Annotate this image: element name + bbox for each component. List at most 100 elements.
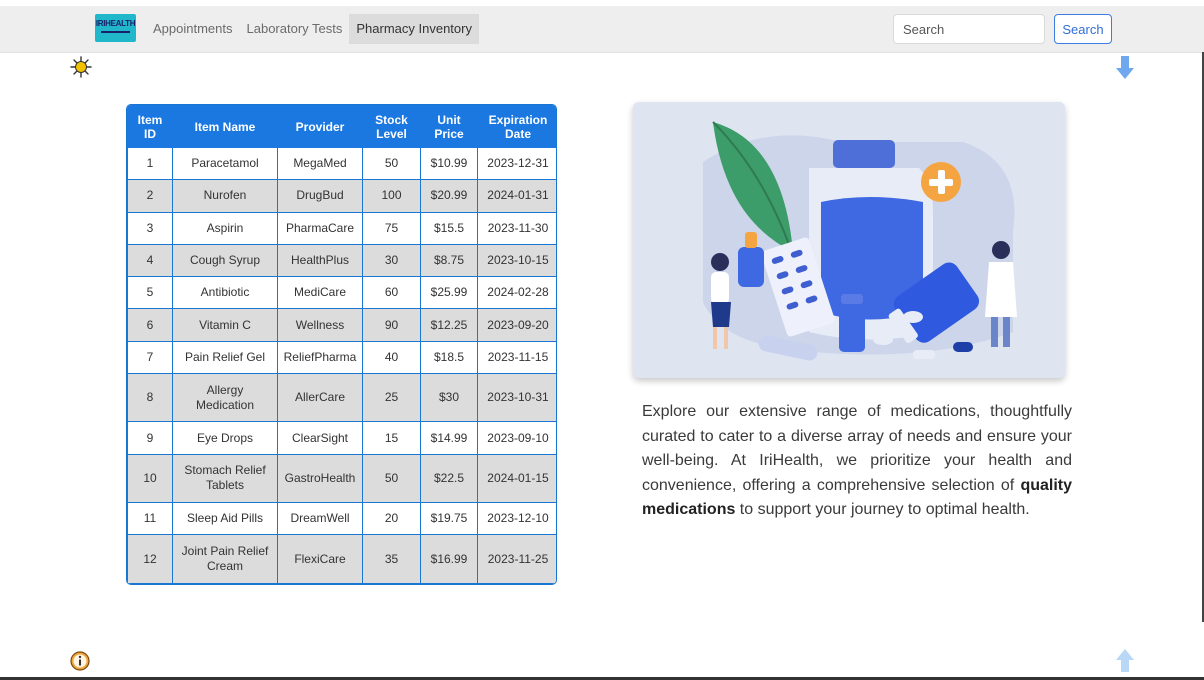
cell-item-id: 11 (127, 502, 173, 536)
cell-provider: MegaMed (277, 146, 363, 181)
cell-unit-price: $30 (420, 372, 478, 423)
cell-item-name: Cough Syrup (172, 243, 278, 278)
search-button[interactable]: Search (1054, 14, 1112, 44)
cell-stock-level: 60 (362, 276, 421, 310)
cell-provider: Wellness (277, 308, 363, 342)
table-row: 6 Vitamin C Wellness 90 $12.25 2023-09-20 (127, 308, 556, 342)
arrow-down-icon[interactable] (1116, 56, 1134, 80)
cell-item-name: Eye Drops (172, 421, 278, 455)
cell-item-name: Allergy Medication (172, 372, 278, 423)
header-stock-level: Stock Level (362, 105, 421, 148)
table-row: 8 Allergy Medication AllerCare 25 $30 2023-10… (127, 372, 556, 423)
logo-underline (101, 31, 130, 33)
cell-provider: ReliefPharma (277, 340, 363, 374)
bug-icon[interactable] (70, 56, 92, 78)
cell-provider: GastroHealth (277, 453, 363, 504)
cell-item-id: 2 (127, 179, 173, 213)
header-provider: Provider (277, 105, 363, 148)
cell-item-name: Joint Pain Relief Cream (172, 534, 278, 584)
table-row: 11 Sleep Aid Pills DreamWell 20 $19.75 2023-1… (127, 502, 556, 536)
cell-provider: FlexiCare (277, 534, 363, 584)
cell-stock-level: 100 (362, 179, 421, 213)
table-row: 4 Cough Syrup HealthPlus 30 $8.75 2023-10-15 (127, 243, 556, 278)
main-nav: Appointments Laboratory Tests Pharmacy I… (146, 14, 479, 44)
table-row: 1 Paracetamol MegaMed 50 $10.99 2023-12-31 (127, 146, 556, 181)
navbar: IRIHEALTH Appointments Laboratory Tests … (0, 6, 1204, 53)
cell-expiration-date: 2024-01-31 (477, 179, 556, 213)
cell-item-name: Pain Relief Gel (172, 340, 278, 374)
table-row: 2 Nurofen DrugBud 100 $20.99 2024-01-31 (127, 179, 556, 213)
cell-provider: HealthPlus (277, 243, 363, 278)
cell-item-id: 1 (127, 146, 173, 181)
cell-expiration-date: 2023-12-31 (477, 146, 556, 181)
table-row: 12 Joint Pain Relief Cream FlexiCare 35 $16.… (127, 534, 556, 584)
cell-unit-price: $18.5 (420, 340, 478, 374)
nav-item-pharmacy-inventory[interactable]: Pharmacy Inventory (349, 14, 479, 44)
cell-expiration-date: 2023-10-31 (477, 372, 556, 423)
header-expiration-date: Expiration Date (477, 105, 556, 148)
cell-expiration-date: 2024-01-15 (477, 453, 556, 504)
cell-item-name: Paracetamol (172, 146, 278, 181)
search-input[interactable] (893, 14, 1045, 44)
nav-item-laboratory-tests[interactable]: Laboratory Tests (240, 14, 350, 44)
cell-unit-price: $15.5 (420, 211, 478, 245)
cell-provider: DreamWell (277, 502, 363, 536)
cell-stock-level: 90 (362, 308, 421, 342)
cell-unit-price: $12.25 (420, 308, 478, 342)
brand-logo-text: IRIHEALTH (95, 19, 136, 28)
cell-expiration-date: 2023-10-15 (477, 243, 556, 278)
cell-stock-level: 30 (362, 243, 421, 278)
cell-expiration-date: 2024-02-28 (477, 276, 556, 310)
cell-expiration-date: 2023-11-15 (477, 340, 556, 374)
description-text-1: Explore our extensive range of medicatio… (642, 403, 1072, 494)
pharmacy-illustration (633, 102, 1065, 378)
cell-item-id: 9 (127, 421, 173, 455)
brand-logo[interactable]: IRIHEALTH (95, 14, 136, 42)
header-item-name: Item Name (172, 105, 278, 148)
pharmacy-description: Explore our extensive range of medicatio… (642, 400, 1072, 523)
cell-provider: PharmaCare (277, 211, 363, 245)
cell-item-name: Aspirin (172, 211, 278, 245)
arrow-up-icon[interactable] (1116, 648, 1134, 672)
cell-stock-level: 75 (362, 211, 421, 245)
cell-item-name: Vitamin C (172, 308, 278, 342)
cell-item-id: 7 (127, 340, 173, 374)
cell-provider: MediCare (277, 276, 363, 310)
cell-unit-price: $25.99 (420, 276, 478, 310)
table-row: 5 Antibiotic MediCare 60 $25.99 2024-02-28 (127, 276, 556, 310)
cell-provider: ClearSight (277, 421, 363, 455)
table-row: 3 Aspirin PharmaCare 75 $15.5 2023-11-30 (127, 211, 556, 245)
inventory-table: Item ID Item Name Provider Stock Level U… (126, 104, 557, 585)
cell-unit-price: $22.5 (420, 453, 478, 504)
cell-item-id: 5 (127, 276, 173, 310)
cell-stock-level: 35 (362, 534, 421, 584)
cell-item-id: 4 (127, 243, 173, 278)
cell-expiration-date: 2023-11-30 (477, 211, 556, 245)
header-unit-price: Unit Price (420, 105, 478, 148)
header-item-id: Item ID (127, 105, 173, 148)
table-row: 9 Eye Drops ClearSight 15 $14.99 2023-09-10 (127, 421, 556, 455)
table-row: 10 Stomach Relief Tablets GastroHealth 50 $2… (127, 453, 556, 504)
cell-item-id: 12 (127, 534, 173, 584)
cell-expiration-date: 2023-09-10 (477, 421, 556, 455)
cell-unit-price: $8.75 (420, 243, 478, 278)
cell-expiration-date: 2023-12-10 (477, 502, 556, 536)
cell-stock-level: 40 (362, 340, 421, 374)
cell-provider: AllerCare (277, 372, 363, 423)
cell-stock-level: 15 (362, 421, 421, 455)
cell-unit-price: $20.99 (420, 179, 478, 213)
cell-stock-level: 20 (362, 502, 421, 536)
cell-expiration-date: 2023-11-25 (477, 534, 556, 584)
cell-unit-price: $16.99 (420, 534, 478, 584)
description-text-2: to support your journey to optimal healt… (735, 501, 1030, 518)
nav-item-appointments[interactable]: Appointments (146, 14, 240, 44)
table-header-row: Item ID Item Name Provider Stock Level U… (127, 105, 556, 148)
cell-stock-level: 25 (362, 372, 421, 423)
table-body: 1 Paracetamol MegaMed 50 $10.99 2023-12-31 2 Nu… (127, 146, 556, 584)
info-icon[interactable] (70, 651, 90, 671)
cell-item-name: Antibiotic (172, 276, 278, 310)
cell-item-name: Nurofen (172, 179, 278, 213)
cell-unit-price: $10.99 (420, 146, 478, 181)
cell-item-name: Stomach Relief Tablets (172, 453, 278, 504)
pharmacy-illustration-art (703, 121, 1017, 361)
